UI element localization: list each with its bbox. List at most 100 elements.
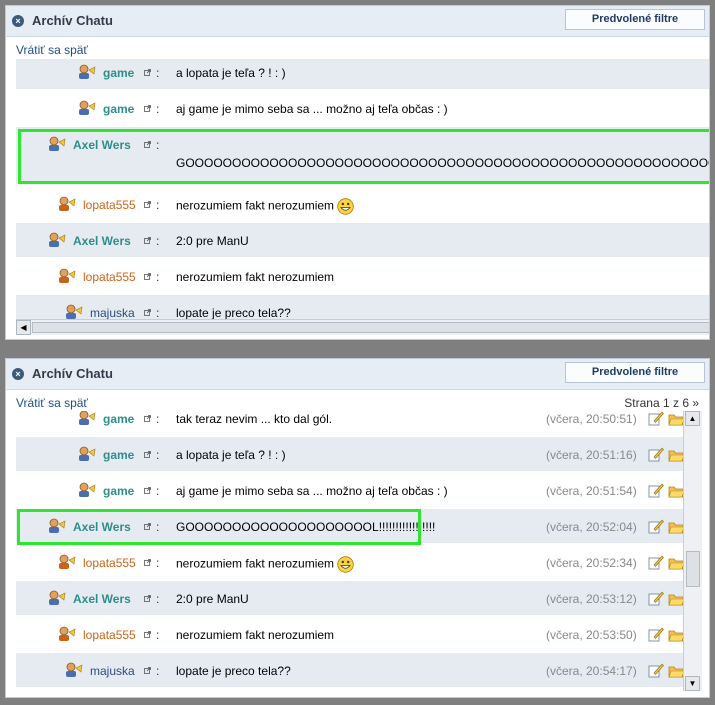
scroll-left-arrow-icon[interactable]: ◀: [16, 320, 31, 335]
external-link-icon[interactable]: [144, 141, 151, 148]
timestamp: (včera, 20:50:51): [546, 412, 637, 426]
nick-separator: :: [156, 520, 160, 534]
nick-link[interactable]: game: [103, 448, 134, 462]
message-text: 2:0 pre ManU: [176, 592, 249, 606]
edit-icon[interactable]: [648, 411, 664, 426]
nick-separator: :: [156, 628, 160, 642]
nick-link[interactable]: majuska: [90, 664, 135, 678]
edit-icon[interactable]: [648, 518, 664, 534]
edit-icon[interactable]: [648, 590, 664, 606]
external-link-icon[interactable]: [144, 487, 151, 494]
external-link-icon[interactable]: [144, 631, 151, 638]
nick-separator: :: [156, 484, 160, 498]
user-icon: [79, 482, 96, 497]
panel-title: Archív Chatu: [32, 366, 113, 381]
nick-link[interactable]: lopata555: [83, 270, 136, 284]
external-link-icon[interactable]: [144, 595, 151, 602]
default-filters-button[interactable]: Predvolené filtre: [565, 9, 705, 30]
message-text: lopate je preco tela??: [176, 664, 291, 678]
nick-separator: :: [156, 412, 160, 426]
external-link-icon[interactable]: [144, 451, 151, 458]
external-link-icon[interactable]: [144, 559, 151, 566]
nick-link[interactable]: lopata555: [83, 556, 136, 570]
timestamp: (včera, 20:51:54): [546, 484, 637, 498]
nick-link[interactable]: majuska: [90, 306, 135, 319]
horizontal-scrollbar[interactable]: ◀: [16, 319, 709, 335]
timestamp: (včera, 20:51:16): [546, 448, 637, 462]
external-link-icon[interactable]: [144, 201, 151, 208]
message-text: a lopata je teľa ? ! : ): [176, 448, 286, 462]
title-bar: × Archív Chatu Predvolené filtre: [6, 359, 709, 390]
external-link-icon[interactable]: [144, 69, 151, 76]
chat-row: Axel Wers : 2:0 pre ManU: [16, 222, 709, 257]
chat-row: game : a lopata je teľa ? ! : ): [16, 59, 709, 89]
default-filters-button[interactable]: Predvolené filtre: [565, 362, 705, 383]
user-icon: [59, 196, 76, 211]
external-link-icon[interactable]: [144, 237, 151, 244]
chat-row: game : aj game je mimo seba sa ... možno…: [16, 472, 683, 507]
nick-link[interactable]: Axel Wers: [73, 520, 131, 534]
message-text: nerozumiem fakt nerozumiem: [176, 628, 335, 642]
external-link-icon[interactable]: [144, 415, 151, 422]
chat-row: Axel Wers : GOOOOOOOOOOOOOOOOOOOOOOOOOOO…: [16, 126, 709, 184]
nick-separator: :: [156, 66, 160, 80]
chat-row: game : tak teraz nevim ... kto dal gól. …: [16, 411, 683, 435]
vertical-scroll-thumb[interactable]: [686, 551, 700, 587]
message-with-emoticon: nerozumiem fakt nerozumiem: [176, 198, 354, 215]
external-link-icon[interactable]: [144, 667, 151, 674]
chat-log[interactable]: game : tak teraz nevim ... kto dal gól. …: [16, 411, 683, 691]
nick-separator: :: [156, 556, 160, 570]
close-icon[interactable]: ×: [12, 368, 24, 380]
chat-row: game : a lopata je teľa ? ! : ) (včera, …: [16, 436, 683, 471]
user-icon: [49, 518, 66, 533]
folder-icon[interactable]: [668, 628, 683, 642]
edit-icon[interactable]: [648, 626, 664, 642]
chat-row: game : aj game je mimo seba sa ... možno…: [16, 90, 709, 125]
nick-link[interactable]: game: [103, 66, 134, 80]
nick-link[interactable]: game: [103, 484, 134, 498]
nick-link[interactable]: game: [103, 102, 134, 116]
message-text: nerozumiem fakt nerozumiem: [176, 270, 335, 284]
scroll-down-arrow-icon[interactable]: ▼: [685, 676, 700, 691]
grin-smiley-icon: [337, 198, 354, 215]
back-link[interactable]: Vrátiť sa späť: [16, 396, 88, 410]
pagination[interactable]: Strana 1 z 6 »: [624, 396, 699, 410]
back-link[interactable]: Vrátiť sa späť: [16, 43, 88, 57]
folder-icon[interactable]: [668, 448, 683, 462]
close-icon[interactable]: ×: [12, 15, 24, 27]
horizontal-scroll-thumb[interactable]: [32, 322, 709, 333]
user-icon: [79, 446, 96, 461]
nick-link[interactable]: Axel Wers: [73, 592, 131, 606]
user-icon: [59, 268, 76, 283]
nick-link[interactable]: Axel Wers: [73, 138, 131, 152]
edit-icon[interactable]: [648, 662, 664, 678]
edit-icon[interactable]: [648, 482, 664, 498]
message-with-emoticon: nerozumiem fakt nerozumiem: [176, 556, 354, 573]
edit-icon[interactable]: [648, 446, 664, 462]
folder-icon[interactable]: [668, 592, 683, 606]
timestamp: (včera, 20:52:04): [546, 520, 637, 534]
folder-icon[interactable]: [668, 556, 683, 570]
folder-icon[interactable]: [668, 484, 683, 498]
external-link-icon[interactable]: [144, 105, 151, 112]
chat-log[interactable]: game : a lopata je teľa ? ! : ) game : a…: [16, 59, 709, 319]
user-icon: [79, 100, 96, 115]
folder-icon[interactable]: [668, 664, 683, 678]
nick-link[interactable]: lopata555: [83, 628, 136, 642]
nick-link[interactable]: lopata555: [83, 198, 136, 212]
vertical-scrollbar[interactable]: ▲ ▼: [683, 411, 702, 691]
external-link-icon[interactable]: [144, 273, 151, 280]
external-link-icon[interactable]: [144, 523, 151, 530]
nick-link[interactable]: Axel Wers: [73, 234, 131, 248]
scroll-up-arrow-icon[interactable]: ▲: [685, 411, 700, 426]
nick-separator: :: [156, 270, 160, 284]
chat-row: majuska : lopate je preco tela?? (včera,…: [16, 652, 683, 687]
edit-icon[interactable]: [648, 554, 664, 570]
user-icon: [49, 232, 66, 247]
folder-icon[interactable]: [668, 520, 683, 534]
external-link-icon[interactable]: [144, 309, 151, 316]
folder-icon[interactable]: [668, 412, 683, 426]
nick-link[interactable]: game: [103, 412, 134, 426]
message-text: aj game je mimo seba sa ... možno aj teľ…: [176, 484, 448, 498]
user-icon: [66, 662, 83, 677]
